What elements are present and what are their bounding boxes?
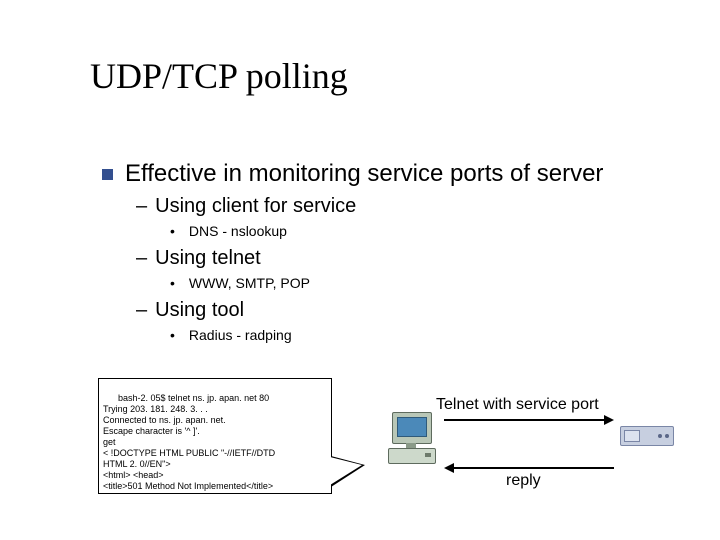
bullet-lvl3: • WWW, SMTP, POP (170, 274, 662, 292)
bullet-lvl3: • Radius - radping (170, 326, 662, 344)
bullet-lvl3-text: DNS - nslookup (189, 222, 287, 240)
dot-bullet-icon: • (170, 326, 175, 344)
arrow-label-reply: reply (506, 472, 541, 490)
dot-bullet-icon: • (170, 274, 175, 292)
dot-bullet-icon: • (170, 222, 175, 240)
bullet-lvl1: Effective in monitoring service ports of… (102, 160, 662, 188)
slide-title: UDP/TCP polling (90, 55, 348, 97)
client-pc-icon (388, 412, 436, 470)
terminal-output-box: bash-2. 05$ telnet ns. jp. apan. net 80 … (98, 378, 332, 494)
bullet-lvl2-text: Using tool (155, 298, 244, 322)
slide-body: Effective in monitoring service ports of… (102, 160, 662, 348)
slide: UDP/TCP polling Effective in monitoring … (0, 0, 720, 540)
bullet-lvl2-text: Using client for service (155, 194, 356, 218)
bullet-lvl2: – Using tool (136, 298, 662, 322)
bullet-lvl3: • DNS - nslookup (170, 222, 662, 240)
bullet-lvl1-text: Effective in monitoring service ports of… (125, 160, 603, 188)
bullet-lvl2-text: Using telnet (155, 246, 261, 270)
bullet-lvl3-text: Radius - radping (189, 326, 292, 344)
arrow-label-request: Telnet with service port (436, 396, 599, 414)
terminal-callout: bash-2. 05$ telnet ns. jp. apan. net 80 … (98, 378, 352, 494)
square-bullet-icon (102, 169, 113, 180)
server-rack-icon (620, 426, 674, 446)
dash-bullet-icon: – (136, 298, 147, 322)
bullet-lvl2: – Using telnet (136, 246, 662, 270)
dash-bullet-icon: – (136, 246, 147, 270)
bullet-lvl3-text: WWW, SMTP, POP (189, 274, 310, 292)
terminal-output-text: bash-2. 05$ telnet ns. jp. apan. net 80 … (103, 393, 275, 491)
dash-bullet-icon: – (136, 194, 147, 218)
network-diagram: Telnet with service port reply (376, 390, 676, 510)
pc-tower-icon (388, 448, 436, 464)
monitor-icon (392, 412, 432, 444)
bullet-lvl2: – Using client for service (136, 194, 662, 218)
